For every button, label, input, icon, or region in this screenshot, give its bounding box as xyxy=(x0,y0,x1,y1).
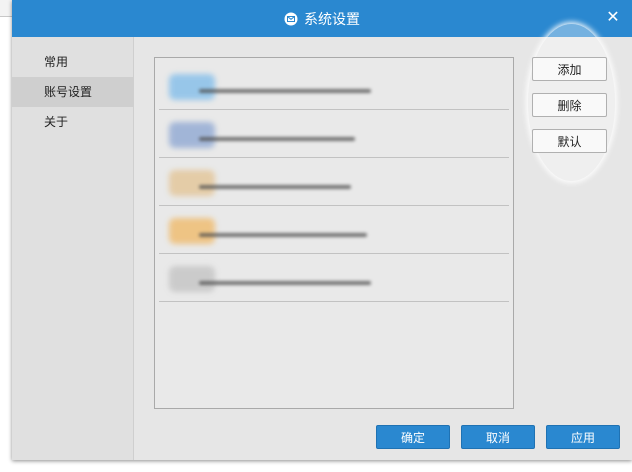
account-name-blurred xyxy=(199,185,351,189)
account-row[interactable] xyxy=(159,206,509,254)
cancel-button[interactable]: 取消 xyxy=(461,425,535,449)
account-row[interactable] xyxy=(159,62,509,110)
content-panel: 添加 删除 默认 确定 取消 应用 xyxy=(134,24,632,460)
account-avatar-icon xyxy=(169,122,215,148)
account-list xyxy=(154,57,514,409)
sidebar: 常用 账号设置 关于 xyxy=(12,37,134,460)
delete-account-button[interactable]: 删除 xyxy=(532,93,607,117)
mail-icon xyxy=(284,12,298,25)
settings-dialog: 系统设置 ✕ 常用 账号设置 关于 添加 删除 默认 确定 取消 应用 xyxy=(12,0,632,460)
title-group: 系统设置 xyxy=(284,9,360,29)
sidebar-item-account-settings[interactable]: 账号设置 xyxy=(12,77,133,107)
account-avatar-icon xyxy=(169,266,215,292)
ok-button[interactable]: 确定 xyxy=(376,425,450,449)
account-row[interactable] xyxy=(159,110,509,158)
account-row[interactable] xyxy=(159,254,509,302)
title-bar: 系统设置 ✕ xyxy=(12,0,632,37)
dialog-title: 系统设置 xyxy=(304,11,360,28)
sidebar-item-general[interactable]: 常用 xyxy=(12,47,133,77)
account-avatar-icon xyxy=(169,74,215,100)
account-avatar-icon xyxy=(169,170,215,196)
account-avatar-icon xyxy=(169,218,215,244)
account-name-blurred xyxy=(199,89,371,93)
account-row[interactable] xyxy=(159,158,509,206)
apply-button[interactable]: 应用 xyxy=(546,425,620,449)
sidebar-item-about[interactable]: 关于 xyxy=(12,107,133,137)
account-name-blurred xyxy=(199,137,355,141)
add-account-button[interactable]: 添加 xyxy=(532,57,607,81)
account-name-blurred xyxy=(199,281,371,285)
account-name-blurred xyxy=(199,233,367,237)
close-icon[interactable]: ✕ xyxy=(604,8,622,26)
set-default-button[interactable]: 默认 xyxy=(532,129,607,153)
